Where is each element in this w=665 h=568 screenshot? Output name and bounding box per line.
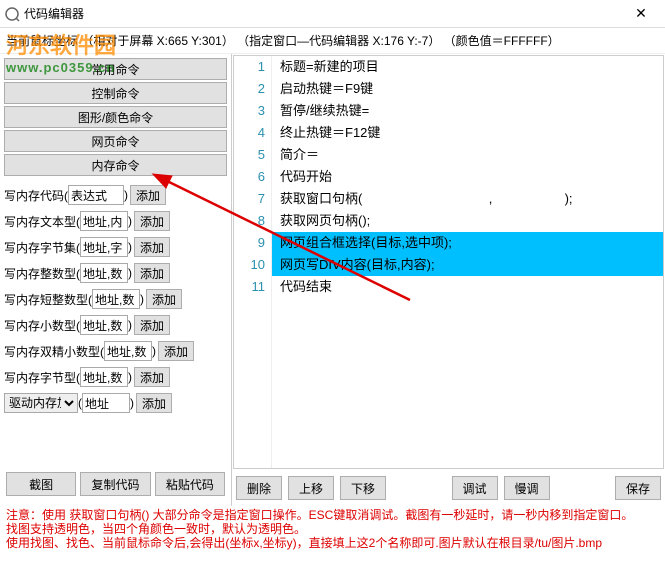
- row-label: 写内存文本型(: [4, 213, 80, 230]
- driver-select[interactable]: 驱动内存加: [4, 393, 78, 413]
- mem-row-1: 写内存文本型() 添加: [4, 210, 227, 232]
- code-line[interactable]: 启动热键＝F9键: [272, 78, 663, 100]
- status-bar: 当前鼠标坐标 （相对于屏幕 X:665 Y:301） （指定窗口—代码编辑器 X…: [0, 28, 665, 54]
- mem-row-4: 写内存短整数型() 添加: [4, 288, 227, 310]
- br-btn-0[interactable]: 删除: [236, 476, 282, 500]
- line-number: 8: [234, 210, 265, 232]
- row-label: 写内存字节型(: [4, 369, 80, 386]
- note-line: 注意：使用 获取窗口句柄() 大部分命令是指定窗口操作。ESC键取消调试。截图有…: [6, 508, 659, 522]
- add-button[interactable]: 添加: [130, 185, 166, 205]
- cmd-button-4[interactable]: 内存命令: [4, 154, 227, 176]
- left-panel: 常用命令控制命令图形/颜色命令网页命令内存命令 写内存代码() 添加写内存文本型…: [0, 54, 232, 506]
- close-button[interactable]: ✕: [621, 5, 661, 22]
- note-line: 使用找图、找色、当前鼠标命令后,会得出(坐标x,坐标y)，直接填上这2个名称即可…: [6, 536, 659, 550]
- row-label: 写内存小数型(: [4, 317, 80, 334]
- addr-input[interactable]: [82, 393, 130, 413]
- bl-btn-1[interactable]: 复制代码: [80, 472, 150, 496]
- br-btn-1[interactable]: 上移: [288, 476, 334, 500]
- mem-row-7: 写内存字节型() 添加: [4, 366, 227, 388]
- expr-input[interactable]: [80, 237, 128, 257]
- line-number: 10: [234, 254, 265, 276]
- add-button[interactable]: 添加: [134, 211, 170, 231]
- line-gutter: 1234567891011: [234, 56, 272, 468]
- row-label: 写内存双精小数型(: [4, 343, 104, 360]
- expr-input[interactable]: [68, 185, 124, 205]
- cmd-button-1[interactable]: 控制命令: [4, 82, 227, 104]
- line-number: 7: [234, 188, 265, 210]
- code-line[interactable]: 代码开始: [272, 166, 663, 188]
- app-icon: [4, 6, 20, 22]
- bl-btn-2[interactable]: 粘贴代码: [155, 472, 225, 496]
- mem-row-0: 写内存代码() 添加: [4, 184, 227, 206]
- line-number: 6: [234, 166, 265, 188]
- window-title: 代码编辑器: [24, 5, 621, 22]
- titlebar: 代码编辑器 ✕: [0, 0, 665, 28]
- code-line[interactable]: 网页写DIV内容(目标,内容);: [272, 254, 663, 276]
- code-line[interactable]: 终止热键＝F12键: [272, 122, 663, 144]
- code-editor[interactable]: 1234567891011 标题=新建的项目启动热键＝F9键暂停/继续热键=终止…: [233, 55, 664, 469]
- code-line[interactable]: 代码结束: [272, 276, 663, 298]
- mem-row-6: 写内存双精小数型()添加: [4, 340, 227, 362]
- line-number: 4: [234, 122, 265, 144]
- cmd-button-3[interactable]: 网页命令: [4, 130, 227, 152]
- line-number: 1: [234, 56, 265, 78]
- expr-input[interactable]: [104, 341, 152, 361]
- expr-input[interactable]: [80, 315, 128, 335]
- br-btn-4[interactable]: 慢调: [504, 476, 550, 500]
- add-button[interactable]: 添加: [158, 341, 194, 361]
- add-button[interactable]: 添加: [146, 289, 182, 309]
- add-button[interactable]: 添加: [136, 393, 172, 413]
- line-number: 2: [234, 78, 265, 100]
- row-label: 写内存字节集(: [4, 239, 80, 256]
- select-row: 驱动内存加() 添加: [4, 392, 227, 414]
- code-line[interactable]: 标题=新建的项目: [272, 56, 663, 78]
- expr-input[interactable]: [80, 211, 128, 231]
- right-panel: 1234567891011 标题=新建的项目启动热键＝F9键暂停/继续热键=终止…: [232, 54, 665, 506]
- br-btn-5[interactable]: 保存: [615, 476, 661, 500]
- br-btn-2[interactable]: 下移: [340, 476, 386, 500]
- code-line[interactable]: 暂停/继续热键=: [272, 100, 663, 122]
- row-label: 写内存短整数型(: [4, 291, 92, 308]
- code-line[interactable]: 获取网页句柄();: [272, 210, 663, 232]
- code-line[interactable]: 获取窗口句柄( , );: [272, 188, 663, 210]
- line-number: 11: [234, 276, 265, 298]
- add-button[interactable]: 添加: [134, 367, 170, 387]
- line-number: 5: [234, 144, 265, 166]
- add-button[interactable]: 添加: [134, 315, 170, 335]
- mem-row-5: 写内存小数型() 添加: [4, 314, 227, 336]
- row-label: 写内存整数型(: [4, 265, 80, 282]
- line-number: 3: [234, 100, 265, 122]
- row-label: 写内存代码(: [4, 187, 68, 204]
- br-btn-3[interactable]: 调试: [452, 476, 498, 500]
- bl-btn-0[interactable]: 截图: [6, 472, 76, 496]
- line-number: 9: [234, 232, 265, 254]
- mem-row-2: 写内存字节集() 添加: [4, 236, 227, 258]
- code-line[interactable]: 网页组合框选择(目标,选中项);: [272, 232, 663, 254]
- cmd-button-0[interactable]: 常用命令: [4, 58, 227, 80]
- expr-input[interactable]: [92, 289, 140, 309]
- add-button[interactable]: 添加: [134, 263, 170, 283]
- expr-input[interactable]: [80, 263, 128, 283]
- cmd-button-2[interactable]: 图形/颜色命令: [4, 106, 227, 128]
- expr-input[interactable]: [80, 367, 128, 387]
- code-area[interactable]: 标题=新建的项目启动热键＝F9键暂停/继续热键=终止热键＝F12键简介＝代码开始…: [272, 56, 663, 468]
- notes: 注意：使用 获取窗口句柄() 大部分命令是指定窗口操作。ESC键取消调试。截图有…: [0, 506, 665, 552]
- add-button[interactable]: 添加: [134, 237, 170, 257]
- note-line: 找图支持透明色，当四个角颜色一致时，默认为透明色。: [6, 522, 659, 536]
- code-line[interactable]: 简介＝: [272, 144, 663, 166]
- mem-row-3: 写内存整数型() 添加: [4, 262, 227, 284]
